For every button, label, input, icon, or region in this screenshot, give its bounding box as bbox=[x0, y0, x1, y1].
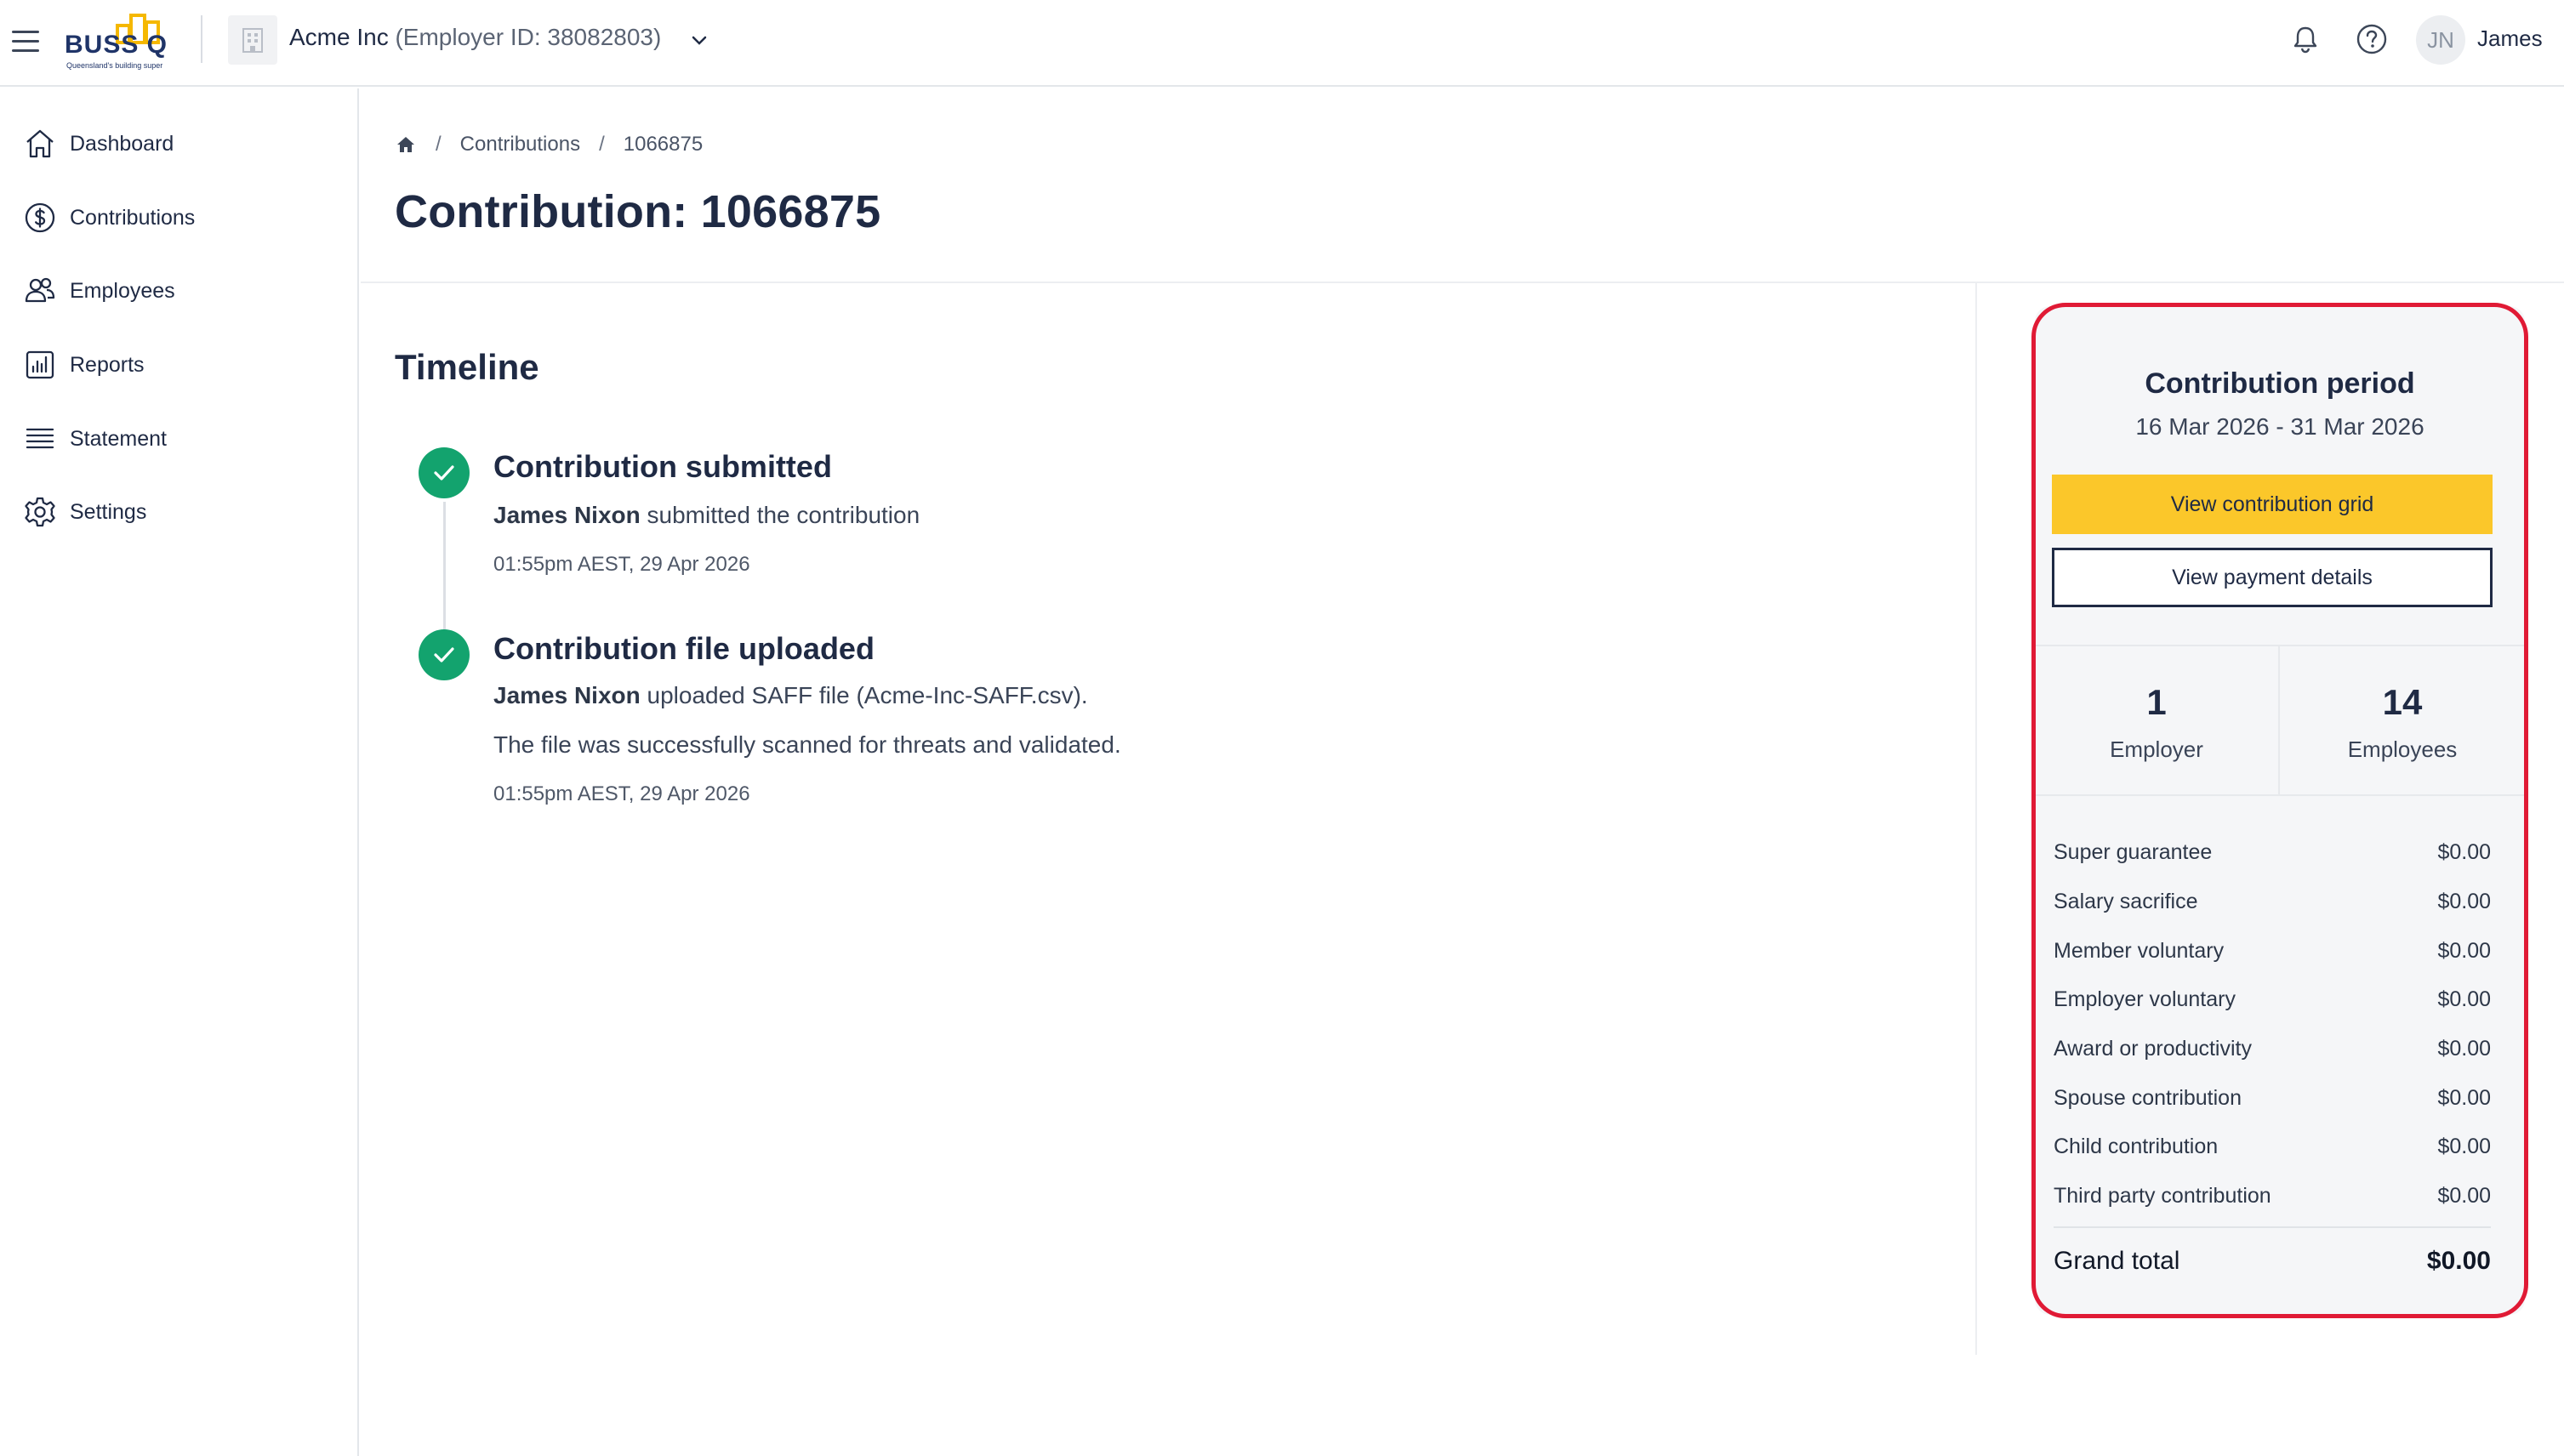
row-label: Salary sacrifice bbox=[2054, 889, 2198, 913]
bar-chart-icon bbox=[26, 350, 54, 379]
summary-row: Salary sacrifice $0.00 bbox=[2054, 886, 2491, 917]
summary-row: Child contribution $0.00 bbox=[2054, 1131, 2491, 1162]
summary-row: Super guarantee $0.00 bbox=[2054, 837, 2491, 867]
building-icon bbox=[228, 15, 277, 65]
sidebar-item-reports[interactable]: Reports bbox=[22, 344, 345, 386]
row-value: $0.00 bbox=[2437, 839, 2491, 864]
grand-total-value: $0.00 bbox=[2426, 1247, 2491, 1275]
period-range: 16 Mar 2026 - 31 Mar 2026 bbox=[2135, 413, 2424, 440]
sidebar-item-label: Employees bbox=[70, 278, 175, 303]
timeline-event-actor: James Nixon bbox=[493, 682, 641, 708]
logo-tagline: Queensland's building super bbox=[66, 61, 163, 70]
bussq-logo[interactable]: BUSS Q Queensland's building super bbox=[61, 12, 180, 70]
sidebar-item-label: Settings bbox=[70, 499, 147, 524]
avatar[interactable]: JN bbox=[2416, 15, 2465, 65]
timeline-event-text: James Nixon uploaded SAFF file (Acme-Inc… bbox=[493, 682, 1088, 709]
check-circle-icon bbox=[419, 447, 470, 498]
logo-wordmark: BUSS Q bbox=[65, 31, 168, 59]
view-payment-details-button[interactable]: View payment details bbox=[2052, 548, 2493, 607]
contribution-summary-card: Contribution period 16 Mar 2026 - 31 Mar… bbox=[2035, 306, 2525, 1315]
summary-row: Third party contribution $0.00 bbox=[2054, 1180, 2491, 1211]
row-value: $0.00 bbox=[2437, 1134, 2491, 1158]
menu-icon[interactable] bbox=[12, 24, 46, 58]
column-divider bbox=[1975, 283, 1977, 1355]
timeline-event-heading: Contribution file uploaded bbox=[493, 631, 875, 666]
stat-value: 14 bbox=[2382, 682, 2423, 722]
timeline-event-heading: Contribution submitted bbox=[493, 449, 832, 484]
chevron-down-icon[interactable] bbox=[687, 29, 711, 53]
sidebar-item-contributions[interactable]: Contributions bbox=[22, 196, 345, 239]
grand-total-label: Grand total bbox=[2054, 1247, 2180, 1275]
row-value: $0.00 bbox=[2437, 938, 2491, 963]
users-icon bbox=[25, 277, 55, 303]
user-name[interactable]: James bbox=[2477, 26, 2543, 52]
row-label: Award or productivity bbox=[2054, 1036, 2252, 1061]
timeline-event-description: uploaded SAFF file (Acme-Inc-SAFF.csv). bbox=[647, 682, 1088, 708]
timeline-title: Timeline bbox=[395, 347, 539, 387]
breadcrumb-current: 1066875 bbox=[623, 133, 704, 156]
row-value: $0.00 bbox=[2437, 1085, 2491, 1110]
home-icon bbox=[26, 129, 54, 158]
summary-row: Member voluntary $0.00 bbox=[2054, 936, 2491, 966]
gear-icon bbox=[25, 497, 55, 527]
timeline-event-timestamp: 01:55pm AEST, 29 Apr 2026 bbox=[493, 553, 750, 576]
sidebar-item-statement[interactable]: Statement bbox=[22, 418, 345, 460]
grand-total-row: Grand total $0.00 bbox=[2054, 1247, 2491, 1276]
breadcrumb: / Contributions / 1066875 bbox=[395, 129, 703, 160]
sidebar-item-label: Contributions bbox=[70, 205, 196, 230]
sidebar-item-label: Statement bbox=[70, 426, 167, 451]
employer-selector[interactable]: Acme Inc (Employer ID: 38082803) bbox=[289, 24, 661, 51]
row-value: $0.00 bbox=[2437, 1183, 2491, 1208]
list-icon bbox=[26, 428, 54, 449]
employer-name: Acme Inc bbox=[289, 24, 389, 50]
breadcrumb-separator: / bbox=[436, 133, 442, 156]
check-circle-icon bbox=[419, 629, 470, 680]
dollar-circle-icon bbox=[25, 202, 55, 233]
sidebar-item-employees[interactable]: Employees bbox=[22, 270, 345, 312]
row-label: Child contribution bbox=[2054, 1134, 2219, 1158]
stat-label: Employer bbox=[2110, 737, 2203, 762]
row-label: Super guarantee bbox=[2054, 839, 2213, 864]
timeline-event-timestamp: 01:55pm AEST, 29 Apr 2026 bbox=[493, 782, 750, 805]
employer-id: (Employer ID: 38082803) bbox=[395, 24, 662, 50]
stat-label: Employees bbox=[2347, 737, 2458, 762]
row-value: $0.00 bbox=[2437, 1036, 2491, 1061]
summary-row: Employer voluntary $0.00 bbox=[2054, 984, 2491, 1015]
row-value: $0.00 bbox=[2437, 987, 2491, 1011]
row-label: Third party contribution bbox=[2054, 1183, 2271, 1208]
header-divider bbox=[201, 15, 202, 63]
help-icon[interactable] bbox=[2355, 22, 2389, 56]
timeline-event-note: The file was successfully scanned for th… bbox=[493, 731, 1121, 758]
period-title: Contribution period bbox=[2145, 367, 2415, 400]
employer-count-stat: 1 Employer bbox=[2035, 646, 2280, 794]
breadcrumb-contributions-link[interactable]: Contributions bbox=[460, 133, 580, 156]
row-value: $0.00 bbox=[2437, 889, 2491, 913]
row-label: Member voluntary bbox=[2054, 938, 2225, 963]
home-icon[interactable] bbox=[395, 134, 417, 156]
view-contribution-grid-button[interactable]: View contribution grid bbox=[2052, 475, 2493, 534]
sidebar-item-label: Reports bbox=[70, 352, 145, 377]
timeline-connector bbox=[443, 502, 446, 629]
summary-stats: 1 Employer 14 Employees bbox=[2035, 645, 2525, 796]
breadcrumb-separator: / bbox=[599, 133, 605, 156]
bell-icon[interactable] bbox=[2288, 22, 2322, 56]
top-bar: BUSS Q Queensland's building super Acme … bbox=[0, 0, 2564, 87]
sidebar-item-dashboard[interactable]: Dashboard bbox=[22, 122, 345, 165]
sidebar: Dashboard Contributions Employees Report… bbox=[0, 88, 359, 1456]
sidebar-item-settings[interactable]: Settings bbox=[22, 491, 345, 533]
sidebar-item-label: Dashboard bbox=[70, 131, 174, 156]
employee-count-stat: 14 Employees bbox=[2280, 646, 2525, 794]
page-title: Contribution: 1066875 bbox=[395, 186, 881, 237]
summary-row: Spouse contribution $0.00 bbox=[2054, 1083, 2491, 1113]
stat-value: 1 bbox=[2146, 682, 2167, 722]
timeline-event-actor: James Nixon bbox=[493, 502, 641, 528]
timeline-event-text: James Nixon submitted the contribution bbox=[493, 502, 920, 529]
timeline-event-description: submitted the contribution bbox=[647, 502, 920, 528]
row-label: Employer voluntary bbox=[2054, 987, 2236, 1011]
divider bbox=[2054, 1226, 2491, 1228]
summary-row: Award or productivity $0.00 bbox=[2054, 1033, 2491, 1064]
row-label: Spouse contribution bbox=[2054, 1085, 2242, 1110]
divider bbox=[361, 282, 2564, 283]
